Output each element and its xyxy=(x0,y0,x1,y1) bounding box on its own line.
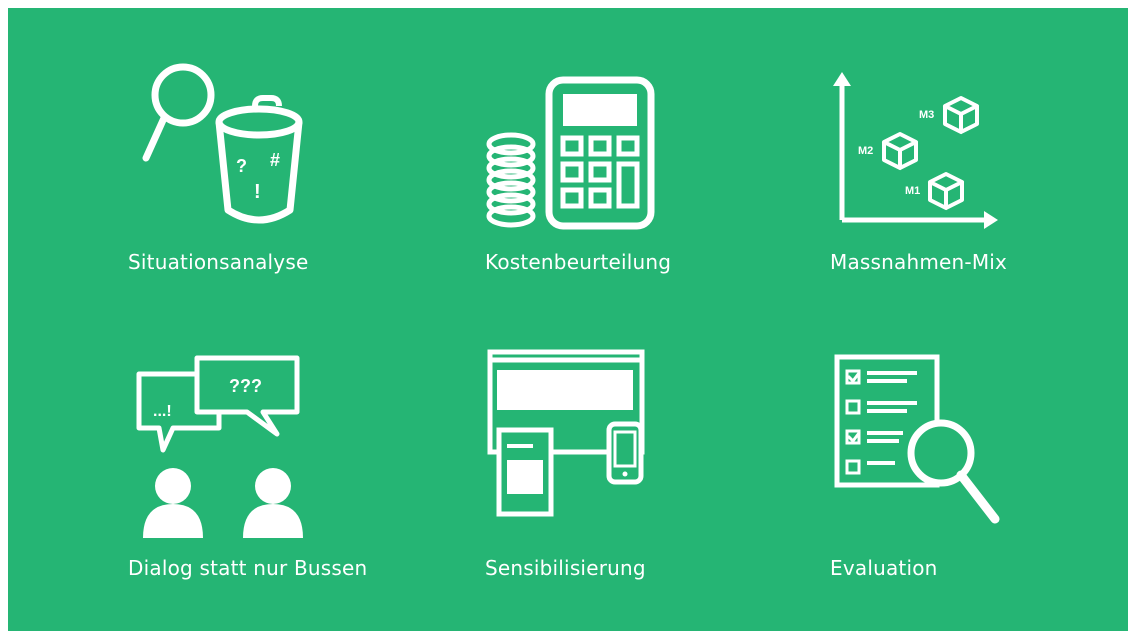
magnifier-trash-icon: ? # ! xyxy=(142,63,303,224)
bubble-text-left: ...! xyxy=(153,403,172,420)
tile-label: Situationsanalyse xyxy=(128,250,309,274)
tile-label: Kostenbeurteilung xyxy=(485,250,672,274)
tile-label: Massnahmen-Mix xyxy=(830,250,1008,274)
tile-label: Sensibilisierung xyxy=(485,556,646,580)
devices-icon xyxy=(487,349,645,517)
dialog-people-icon: ...! ??? xyxy=(136,355,303,538)
point-label-m2: M2 xyxy=(858,145,873,157)
bin-mark-exclamation: ! xyxy=(254,181,261,203)
tile-label: Evaluation xyxy=(830,556,938,580)
point-label-m3: M3 xyxy=(919,109,934,121)
green-panel: ? # ! Situationsanalyse Kostenbeurteilun… xyxy=(8,8,1128,631)
bin-mark-hash: # xyxy=(270,150,280,170)
bubble-text-right: ??? xyxy=(229,376,262,396)
bin-mark-question: ? xyxy=(236,156,247,176)
point-label-m1: M1 xyxy=(905,185,920,197)
checklist-magnifier-icon xyxy=(834,354,1000,524)
calculator-coins-icon xyxy=(486,76,655,230)
tile-label: Dialog statt nur Bussen xyxy=(128,556,368,580)
measures-chart-icon: M3 M2 M1 xyxy=(833,72,998,229)
